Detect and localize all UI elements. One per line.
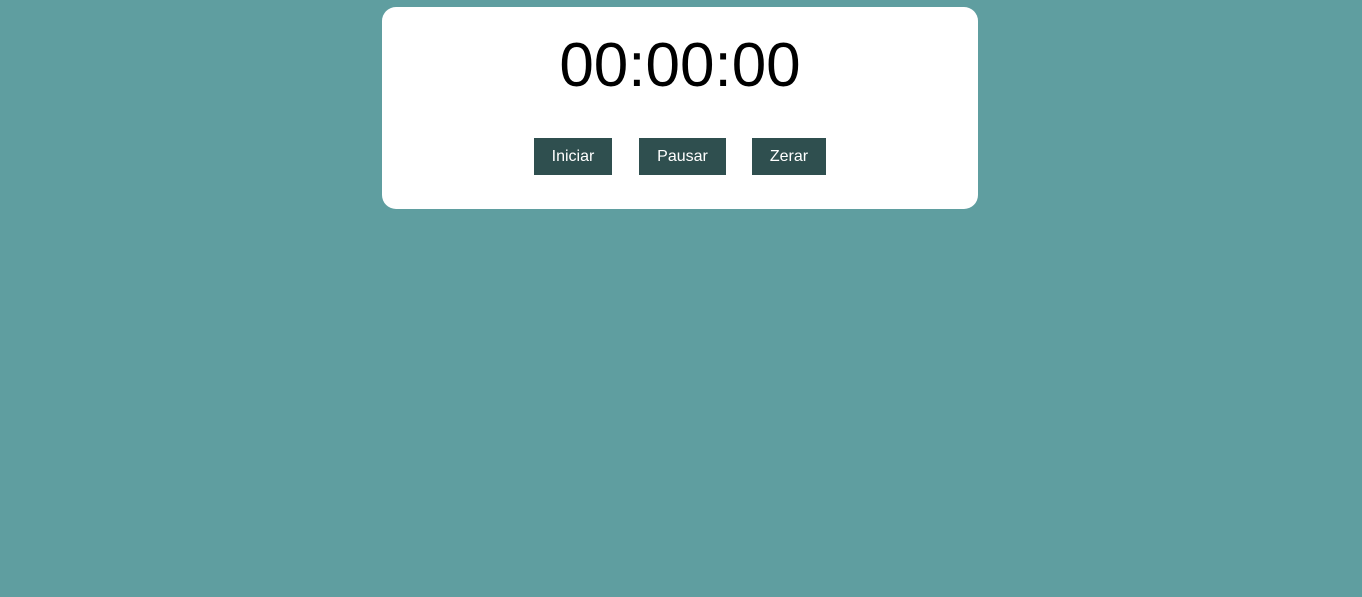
timer-display: 00:00:00 [559,31,801,100]
pause-button[interactable]: Pausar [639,138,726,175]
start-button[interactable]: Iniciar [534,138,612,175]
reset-button[interactable]: Zerar [752,138,826,175]
timer-card: 00:00:00 Iniciar Pausar Zerar [382,7,978,209]
